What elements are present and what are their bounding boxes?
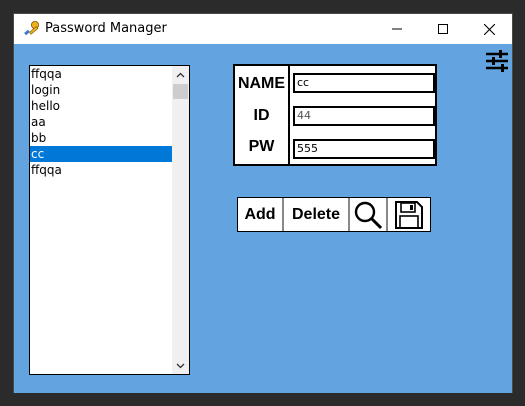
add-button[interactable]: Add bbox=[238, 198, 284, 231]
minimize-icon bbox=[392, 28, 402, 30]
name-label: NAME bbox=[237, 75, 286, 92]
scroll-up-button[interactable] bbox=[172, 66, 189, 83]
entry-form: NAME ID PW cc 44 555 bbox=[233, 64, 437, 166]
app-window: Password Manager ffqqa login hello aa bb cc ff… bbox=[13, 13, 513, 393]
maximize-button[interactable] bbox=[420, 14, 466, 44]
minimize-button[interactable] bbox=[374, 14, 420, 44]
entries-list: ffqqa login hello aa bb cc ffqqa bbox=[30, 66, 172, 374]
list-item[interactable]: hello bbox=[30, 98, 172, 114]
save-button[interactable] bbox=[388, 198, 430, 231]
chevron-up-icon bbox=[176, 72, 185, 77]
maximize-icon bbox=[438, 24, 448, 34]
key-icon bbox=[24, 21, 39, 36]
pw-label: PW bbox=[248, 138, 275, 155]
chevron-down-icon bbox=[176, 363, 185, 368]
list-item[interactable]: aa bbox=[30, 114, 172, 130]
title-bar[interactable]: Password Manager bbox=[14, 14, 512, 44]
list-item[interactable]: ffqqa bbox=[30, 162, 172, 178]
list-scrollbar[interactable] bbox=[172, 66, 189, 374]
scroll-thumb[interactable] bbox=[173, 84, 188, 99]
window-title: Password Manager bbox=[45, 21, 167, 36]
search-icon bbox=[354, 201, 383, 229]
entries-listbox[interactable]: ffqqa login hello aa bb cc ffqqa bbox=[29, 65, 190, 375]
sliders-icon[interactable] bbox=[484, 49, 510, 73]
action-buttons: Add Delete bbox=[237, 197, 431, 232]
id-field[interactable]: 44 bbox=[293, 106, 435, 126]
list-item[interactable]: bb bbox=[30, 130, 172, 146]
pw-field[interactable]: 555 bbox=[293, 139, 435, 159]
scroll-down-button[interactable] bbox=[172, 357, 189, 374]
list-item[interactable]: ffqqa bbox=[30, 66, 172, 82]
close-button[interactable] bbox=[466, 14, 512, 44]
close-icon bbox=[483, 23, 495, 35]
search-button[interactable] bbox=[350, 198, 388, 231]
delete-button[interactable]: Delete bbox=[284, 198, 350, 231]
id-label: ID bbox=[253, 107, 270, 124]
name-field[interactable]: cc bbox=[293, 73, 435, 93]
list-item[interactable]: login bbox=[30, 82, 172, 98]
label-column: NAME ID PW bbox=[235, 66, 290, 164]
list-item[interactable]: cc bbox=[30, 146, 172, 162]
client-area: ffqqa login hello aa bb cc ffqqa NAME ID… bbox=[14, 44, 512, 393]
save-icon bbox=[395, 200, 423, 229]
